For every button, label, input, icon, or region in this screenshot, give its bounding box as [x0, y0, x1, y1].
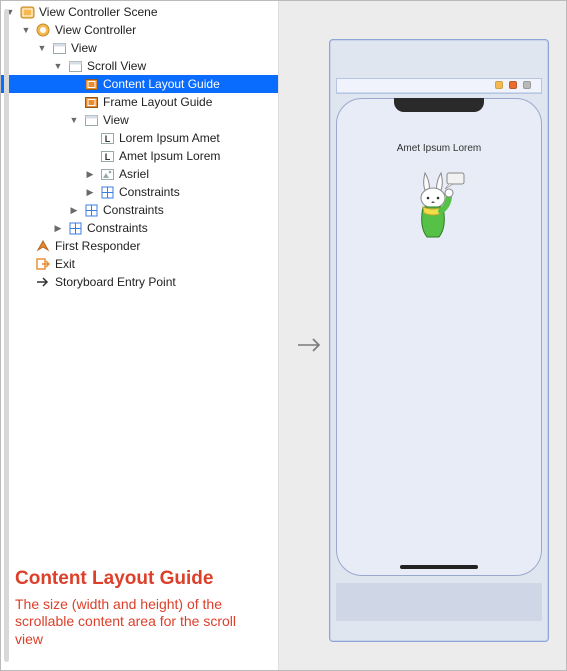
tree-row-view[interactable]: View	[1, 39, 278, 57]
device-notch	[394, 98, 484, 112]
tree-row-constraints[interactable]: Constraints	[1, 183, 278, 201]
scene-icon	[19, 5, 35, 19]
tree-row-scene[interactable]: View Controller Scene	[1, 3, 278, 21]
entry-point-arrow-icon	[297, 337, 325, 356]
view-icon	[51, 41, 67, 55]
tree-row-label-1[interactable]: L Lorem Ipsum Amet	[1, 129, 278, 147]
disclosure-closed-icon[interactable]	[85, 166, 95, 182]
scene-frame[interactable]: Amet Ipsum Lorem	[329, 39, 549, 642]
tree-row-label: Amet Ipsum Lorem	[119, 148, 220, 164]
tree-row-label: View Controller Scene	[39, 4, 158, 20]
tree-row-label: First Responder	[55, 238, 140, 254]
dot-icon[interactable]	[495, 81, 503, 89]
tree-row-label: Content Layout Guide	[103, 76, 220, 92]
document-outline-panel: View Controller Scene View Controller Vi…	[1, 1, 279, 670]
disclosure-closed-icon[interactable]	[69, 202, 79, 218]
dot-icon[interactable]	[509, 81, 517, 89]
annotation-title: Content Layout Guide	[15, 568, 265, 590]
canvas-label[interactable]: Amet Ipsum Lorem	[337, 143, 541, 154]
tree-row-label: Constraints	[103, 202, 164, 218]
svg-text:L: L	[104, 134, 110, 144]
tree-row-label: View Controller	[55, 22, 136, 38]
label-icon: L	[99, 149, 115, 163]
tree-row-label-2[interactable]: L Amet Ipsum Lorem	[1, 147, 278, 165]
scene-bottom-slot	[336, 583, 542, 621]
dot-icon[interactable]	[523, 81, 531, 89]
tree-row-label: Asriel	[119, 166, 149, 182]
annotation-desc: The size (width and height) of the scrol…	[15, 596, 265, 649]
layout-guide-icon	[83, 77, 99, 91]
disclosure-open-icon[interactable]	[37, 40, 47, 56]
tree-row-label: Frame Layout Guide	[103, 94, 212, 110]
tree-row-asriel[interactable]: Asriel	[1, 165, 278, 183]
view-icon	[83, 113, 99, 127]
disclosure-open-icon[interactable]	[53, 58, 63, 74]
tree-row-scrollview[interactable]: Scroll View	[1, 57, 278, 75]
tree-row-label: Exit	[55, 256, 75, 272]
constraints-icon	[67, 221, 83, 235]
tree-row-label: View	[71, 40, 97, 56]
title-bar-buttons	[495, 81, 531, 89]
imageview-icon	[99, 167, 115, 181]
tree-row-exit[interactable]: Exit	[1, 255, 278, 273]
scene-title-bar[interactable]	[336, 78, 542, 94]
device-bezel[interactable]: Amet Ipsum Lorem	[336, 98, 542, 576]
canvas[interactable]: Amet Ipsum Lorem	[279, 1, 566, 670]
tree-row-constraints[interactable]: Constraints	[1, 201, 278, 219]
tree-row-entry-point[interactable]: Storyboard Entry Point	[1, 273, 278, 291]
tree-row-label: Constraints	[87, 220, 148, 236]
constraints-icon	[99, 185, 115, 199]
tree-row-label: Scroll View	[87, 58, 146, 74]
disclosure-open-icon[interactable]	[21, 22, 31, 38]
tree-row-view[interactable]: View	[1, 111, 278, 129]
entry-point-icon	[35, 275, 51, 289]
home-indicator	[400, 565, 478, 569]
tree-row-content-layout-guide[interactable]: Content Layout Guide	[1, 75, 278, 93]
tree-row-first-responder[interactable]: First Responder	[1, 237, 278, 255]
tree-row-label: View	[103, 112, 129, 128]
disclosure-open-icon[interactable]	[69, 112, 79, 128]
tree-row-label: Storyboard Entry Point	[55, 274, 176, 290]
exit-icon	[35, 257, 51, 271]
layout-guide-icon	[83, 95, 99, 109]
tree-row-constraints[interactable]: Constraints	[1, 219, 278, 237]
viewcontroller-icon	[35, 23, 51, 37]
tree-row-label: Lorem Ipsum Amet	[119, 130, 220, 146]
scrollbar[interactable]	[4, 9, 9, 662]
tree-row-frame-layout-guide[interactable]: Frame Layout Guide	[1, 93, 278, 111]
canvas-imageview[interactable]	[411, 171, 467, 244]
tree-row-label: Constraints	[119, 184, 180, 200]
disclosure-closed-icon[interactable]	[53, 220, 63, 236]
disclosure-closed-icon[interactable]	[85, 184, 95, 200]
view-icon	[67, 59, 83, 73]
first-responder-icon	[35, 239, 51, 253]
constraints-icon	[83, 203, 99, 217]
svg-text:L: L	[104, 152, 110, 162]
label-icon: L	[99, 131, 115, 145]
tree-row-viewcontroller[interactable]: View Controller	[1, 21, 278, 39]
outline-tree[interactable]: View Controller Scene View Controller Vi…	[1, 1, 278, 293]
annotation: Content Layout Guide The size (width and…	[15, 568, 265, 649]
